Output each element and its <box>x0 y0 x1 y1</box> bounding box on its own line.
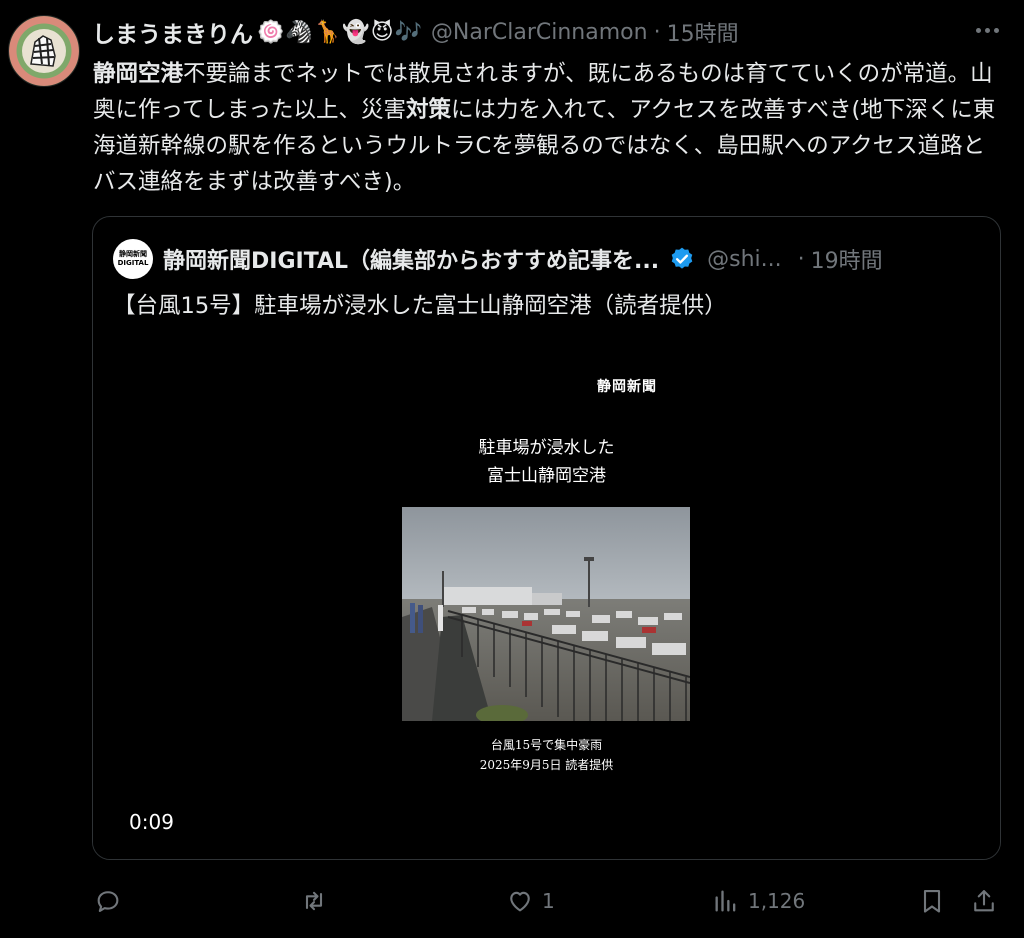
tweet-header: しまうまきりん 🍥🦓🦒👻😈🎶 @NarClarCinnamon · 15時間 <box>92 14 739 50</box>
zebra-avatar-icon <box>22 29 66 73</box>
verified-badge-icon <box>671 247 693 269</box>
video-logo: 静岡新聞 <box>597 379 657 395</box>
bookmark-icon <box>923 890 941 913</box>
quoted-avatar-text: 静岡新聞 <box>119 250 147 258</box>
tweet-text: 静岡空港不要論までネットでは散見されますが、既にあるものは育てていくのが常道。山… <box>93 56 998 200</box>
video-title-line: 駐車場が浸水した <box>478 438 615 458</box>
quoted-post-time: 19時間 <box>810 249 883 274</box>
views-icon <box>715 890 736 912</box>
video-caption-line: 2025年9月5日 読者提供 <box>479 758 614 772</box>
quoted-tweet-header: 静岡新聞 DIGITAL 静岡新聞DIGITAL（編集部からおすすめ記事を...… <box>113 239 883 279</box>
views-button[interactable]: 1,126 <box>712 876 805 926</box>
views-count: 1,126 <box>748 889 806 913</box>
quoted-avatar[interactable]: 静岡新聞 DIGITAL <box>113 239 153 279</box>
quoted-tweet[interactable]: 静岡新聞 DIGITAL 静岡新聞DIGITAL（編集部からおすすめ記事を...… <box>92 216 1001 860</box>
retweet-button[interactable] <box>300 876 328 926</box>
bookmark-button[interactable] <box>918 876 946 926</box>
more-options-icon[interactable] <box>972 18 1002 42</box>
text-bold-keyword: 静岡空港 <box>93 61 184 87</box>
user-handle[interactable]: @NarClarCinnamon <box>431 20 648 45</box>
display-name[interactable]: しまうまきりん <box>92 15 253 49</box>
video-caption-line: 台風15号で集中豪雨 <box>490 738 603 752</box>
reply-icon <box>97 891 119 912</box>
quoted-display-name: 静岡新聞DIGITAL（編集部からおすすめ記事を... <box>163 249 660 274</box>
separator-dot: · <box>797 246 805 272</box>
quoted-handle: @shi... <box>707 246 782 272</box>
quoted-tweet-text: 【台風15号】駐車場が浸水した富士山静岡空港（読者提供） <box>113 293 727 319</box>
share-button[interactable] <box>970 876 998 926</box>
avatar[interactable] <box>8 15 80 87</box>
reply-button[interactable] <box>94 876 122 926</box>
action-bar: 1 1,126 <box>0 876 1024 926</box>
post-time[interactable]: 15時間 <box>667 16 739 48</box>
heart-icon <box>510 891 530 912</box>
text-bold-keyword: 対策 <box>405 97 451 123</box>
retweet-icon <box>305 891 323 911</box>
separator-dot: · <box>653 19 661 45</box>
video-player[interactable]: 静岡新聞 駐車場が浸水した 富士山静岡空港 台風15号で集中豪雨 2025年9月… <box>93 350 1000 859</box>
video-title-line: 富士山静岡空港 <box>487 466 606 486</box>
like-count: 1 <box>542 889 555 913</box>
share-icon <box>974 890 994 912</box>
quoted-avatar-text: DIGITAL <box>117 259 149 267</box>
flooded-parking-photo <box>402 507 690 721</box>
video-duration: 0:09 <box>129 810 174 834</box>
like-button[interactable]: 1 <box>506 876 555 926</box>
name-emojis: 🍥🦓🦒👻😈🎶 <box>257 19 423 45</box>
